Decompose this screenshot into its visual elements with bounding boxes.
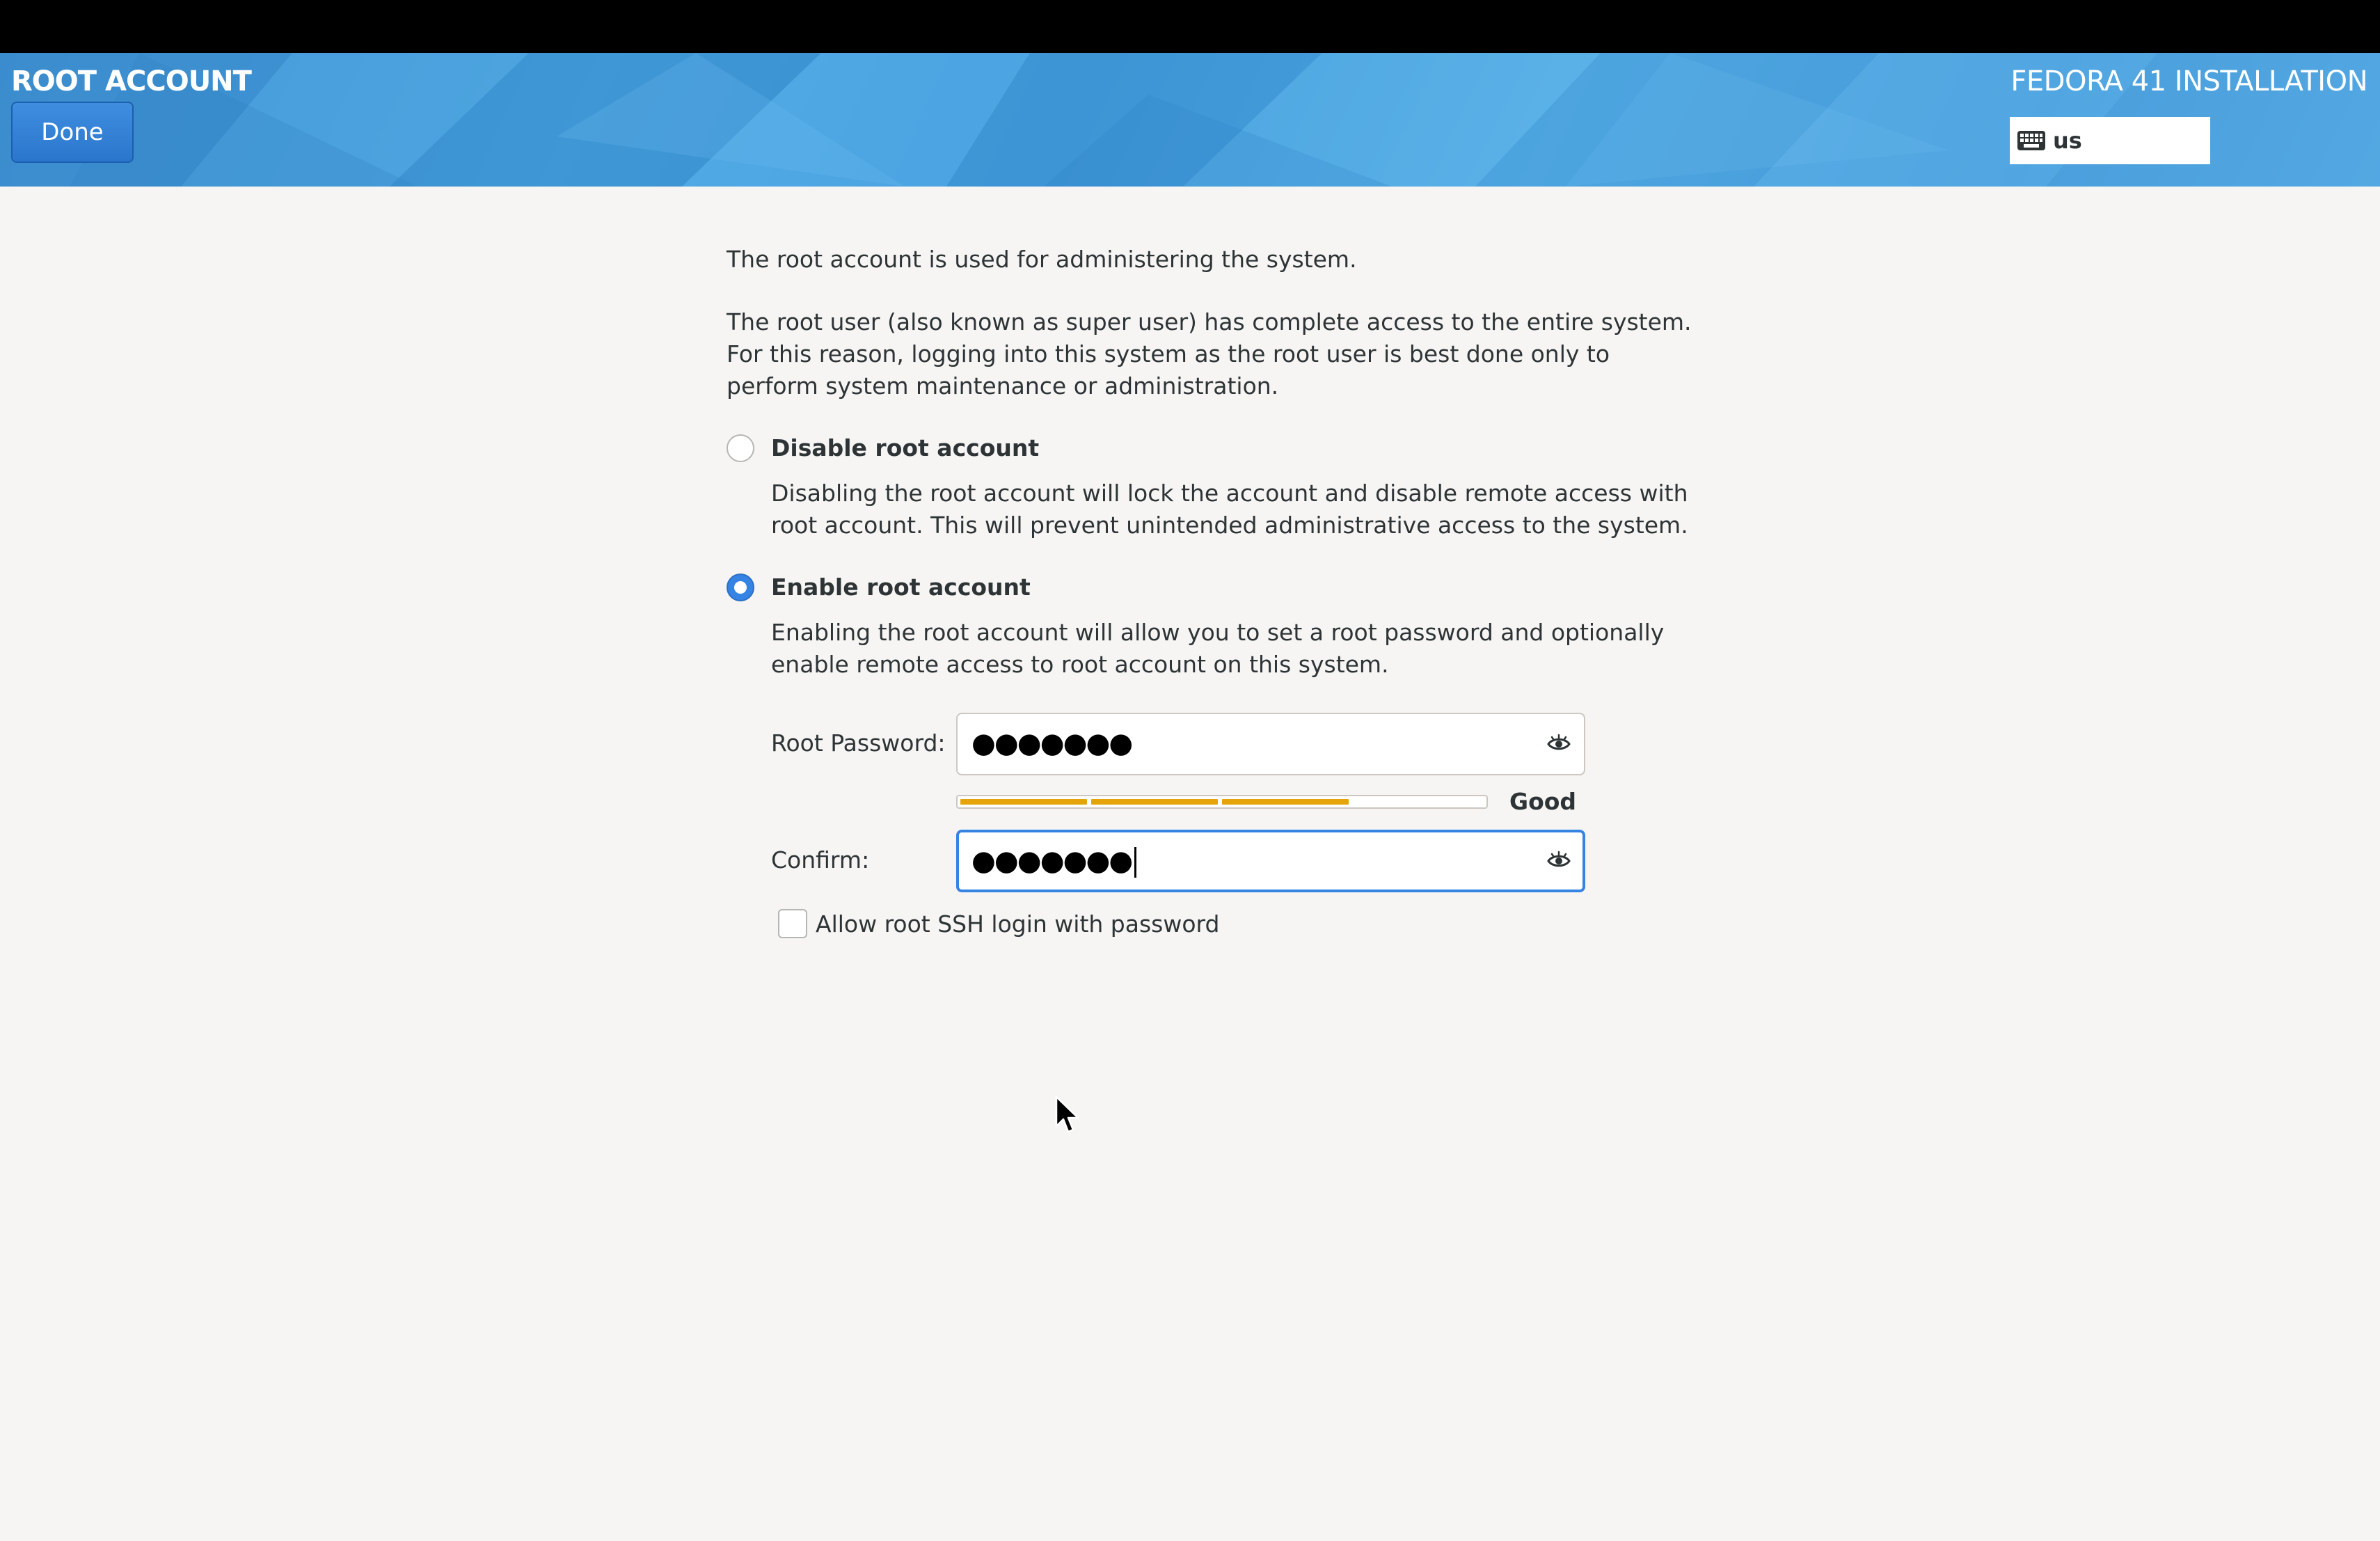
root-password-label: Root Password: <box>771 729 946 757</box>
confirm-password-value: ●●●●●●● <box>971 832 1137 890</box>
password-strength-meter <box>956 795 1488 809</box>
enable-root-desc-line-1: Enabling the root account will allow you… <box>771 619 1665 646</box>
intro-paragraph-line-2: For this reason, logging into this syste… <box>727 340 1610 368</box>
keyboard-layout-indicator[interactable]: us <box>2010 117 2210 164</box>
strength-segment <box>960 799 1087 805</box>
disable-root-desc-line-2: root account. This will prevent unintend… <box>771 512 1688 539</box>
keyboard-icon <box>2017 131 2045 150</box>
disable-root-desc-line-1: Disabling the root account will lock the… <box>771 480 1688 507</box>
eye-icon[interactable] <box>1546 849 1571 873</box>
confirm-password-input[interactable]: ●●●●●●● <box>956 830 1585 892</box>
top-black-bar <box>0 0 2380 53</box>
password-strength-label: Good <box>1509 788 1577 815</box>
enable-root-radio[interactable] <box>727 574 754 601</box>
allow-ssh-checkbox[interactable] <box>778 909 807 938</box>
enable-root-desc-line-2: enable remote access to root account on … <box>771 651 1389 678</box>
intro-paragraph-line-1: The root user (also known as super user)… <box>727 308 1692 335</box>
text-caret <box>1134 847 1137 878</box>
done-button[interactable]: Done <box>11 102 134 163</box>
intro-paragraph-line-3: perform system maintenance or administra… <box>727 372 1279 400</box>
disable-root-label[interactable]: Disable root account <box>771 434 1039 461</box>
intro-text: The root account is used for administeri… <box>727 246 1357 273</box>
eye-icon[interactable] <box>1546 732 1571 756</box>
installation-title: FEDORA 41 INSTALLATION <box>2010 65 2367 97</box>
spoke-header: ROOT ACCOUNT Done FEDORA 41 INSTALLATION… <box>0 53 2380 187</box>
disable-root-radio[interactable] <box>727 434 754 462</box>
strength-segment <box>1222 799 1349 805</box>
mouse-pointer-icon <box>1055 1096 1079 1133</box>
root-password-input[interactable]: ●●●●●●● <box>956 713 1585 775</box>
root-password-value: ●●●●●●● <box>971 727 1133 759</box>
strength-segment <box>1091 799 1218 805</box>
enable-root-label[interactable]: Enable root account <box>771 574 1031 601</box>
keyboard-layout-label: us <box>2053 127 2082 154</box>
confirm-label: Confirm: <box>771 846 870 874</box>
page-title: ROOT ACCOUNT <box>11 65 252 97</box>
allow-ssh-label[interactable]: Allow root SSH login with password <box>816 910 1219 938</box>
